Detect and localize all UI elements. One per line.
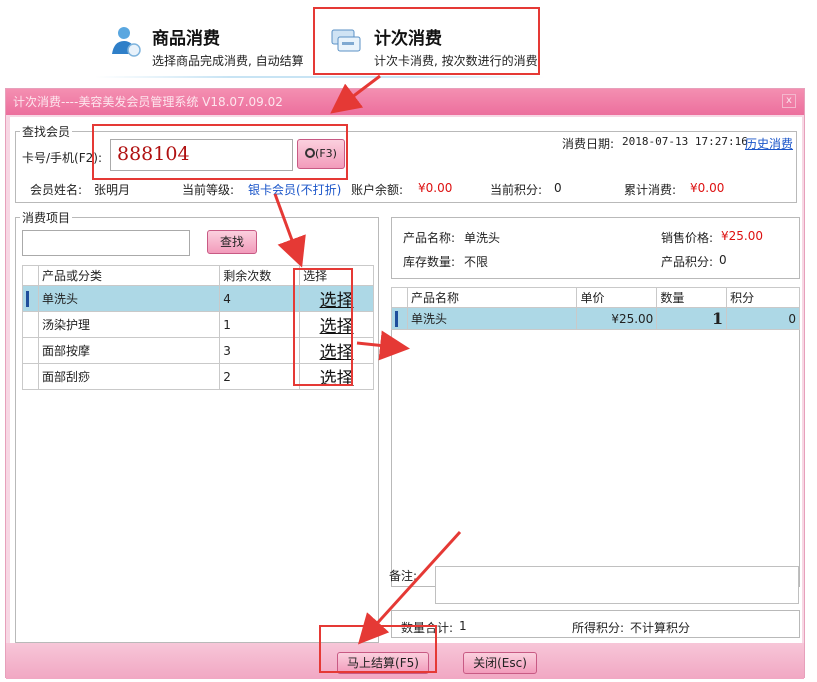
cart-row[interactable]: 单洗头 ¥25.00 1 0 — [391, 307, 800, 330]
row-indicator — [22, 311, 39, 338]
product-name-value: 单洗头 — [464, 231, 501, 245]
item-name: 汤染护理 — [37, 311, 221, 338]
annotation-box-member-search — [92, 124, 348, 180]
product-points-value: 0 — [719, 253, 727, 267]
member-name-value: 张明月 — [94, 183, 131, 197]
remark-label: 备注: — [389, 569, 418, 583]
item-remaining: 1 — [219, 311, 301, 338]
item-search-input[interactable] — [22, 230, 190, 256]
item-remaining: 3 — [219, 337, 301, 364]
close-icon[interactable]: x — [782, 94, 796, 108]
item-name: 面部按摩 — [37, 337, 221, 364]
total-spend-value: ¥0.00 — [690, 181, 725, 195]
sale-price-label: 销售价格: — [661, 231, 714, 245]
sale-price-value: ¥25.00 — [721, 229, 763, 243]
cart-item-quantity[interactable]: 1 — [656, 307, 728, 330]
member-level-label: 当前等级: — [182, 183, 235, 197]
col-header-cart-product: 产品名称 — [406, 287, 578, 308]
cart-table: 产品名称 单价 数量 积分 单洗头 ¥25.00 1 0 — [391, 287, 800, 330]
annotation-box-nav — [313, 7, 540, 75]
col-header-product: 产品或分类 — [37, 265, 221, 286]
col-header-quantity: 数量 — [656, 287, 728, 308]
nav-divider — [95, 76, 545, 78]
member-level-value: 银卡会员(不打折) — [248, 183, 342, 197]
col-header-cart-points: 积分 — [726, 287, 800, 308]
cart-item-name: 单洗头 — [406, 307, 578, 330]
row-indicator — [22, 337, 39, 364]
col-header-remaining: 剩余次数 — [219, 265, 301, 286]
earned-points-value: 不计算积分 — [630, 621, 691, 635]
stock-label: 库存数量: — [403, 255, 456, 269]
quantity-total-value: 1 — [459, 619, 467, 633]
annotation-box-select-column — [293, 268, 353, 386]
nav-goods-consumption[interactable]: 商品消费 选择商品完成消费, 自动结算 — [108, 18, 308, 78]
nav-goods-subtitle: 选择商品完成消费, 自动结算 — [152, 54, 304, 68]
window-title: 计次消费----美容美发会员管理系统 V18.07.09.02 — [6, 89, 804, 115]
stock-value: 不限 — [464, 255, 489, 269]
date-label: 消费日期: — [562, 137, 615, 151]
cart-panel — [391, 287, 800, 587]
cart-header-row: 产品名称 单价 数量 积分 — [391, 287, 800, 308]
total-spend-label: 累计消费: — [624, 183, 677, 197]
cart-item-price: ¥25.00 — [576, 307, 658, 330]
balance-value: ¥0.00 — [418, 181, 453, 195]
item-search-button[interactable]: 查找 — [207, 230, 257, 254]
item-name: 单洗头 — [37, 285, 221, 312]
col-header-unit-price: 单价 — [576, 287, 658, 308]
user-shopping-icon — [112, 27, 141, 57]
balance-label: 账户余额: — [351, 183, 404, 197]
cart-item-points: 0 — [726, 307, 800, 330]
nav-goods-title: 商品消费 — [152, 29, 220, 49]
earned-points-label: 所得积分: — [572, 621, 625, 635]
items-legend: 消费项目 — [22, 211, 71, 225]
remark-input[interactable] — [435, 566, 799, 604]
row-indicator — [391, 307, 408, 330]
row-indicator — [22, 285, 39, 312]
item-remaining: 2 — [219, 363, 301, 390]
row-indicator — [22, 363, 39, 390]
points-label: 当前积分: — [490, 183, 543, 197]
item-remaining: 4 — [219, 285, 301, 312]
row-indicator-header — [391, 287, 408, 308]
row-indicator-header — [22, 265, 39, 286]
product-name-label: 产品名称: — [403, 231, 456, 245]
annotation-box-checkout — [319, 625, 437, 673]
item-name: 面部刮痧 — [37, 363, 221, 390]
product-points-label: 产品积分: — [661, 255, 714, 269]
member-search-legend: 查找会员 — [22, 125, 71, 139]
card-label: 卡号/手机(F2): — [22, 151, 102, 165]
date-value: 2018-07-13 17:27:16 — [622, 135, 748, 148]
member-name-label: 会员姓名: — [30, 183, 83, 197]
close-button[interactable]: 关闭(Esc) — [463, 652, 537, 674]
history-link[interactable]: 历史消费 — [745, 135, 793, 152]
points-value: 0 — [554, 181, 562, 195]
window-body: 查找会员 卡号/手机(F2): 888104 (F3) 消费日期: 2018-0… — [10, 117, 802, 643]
